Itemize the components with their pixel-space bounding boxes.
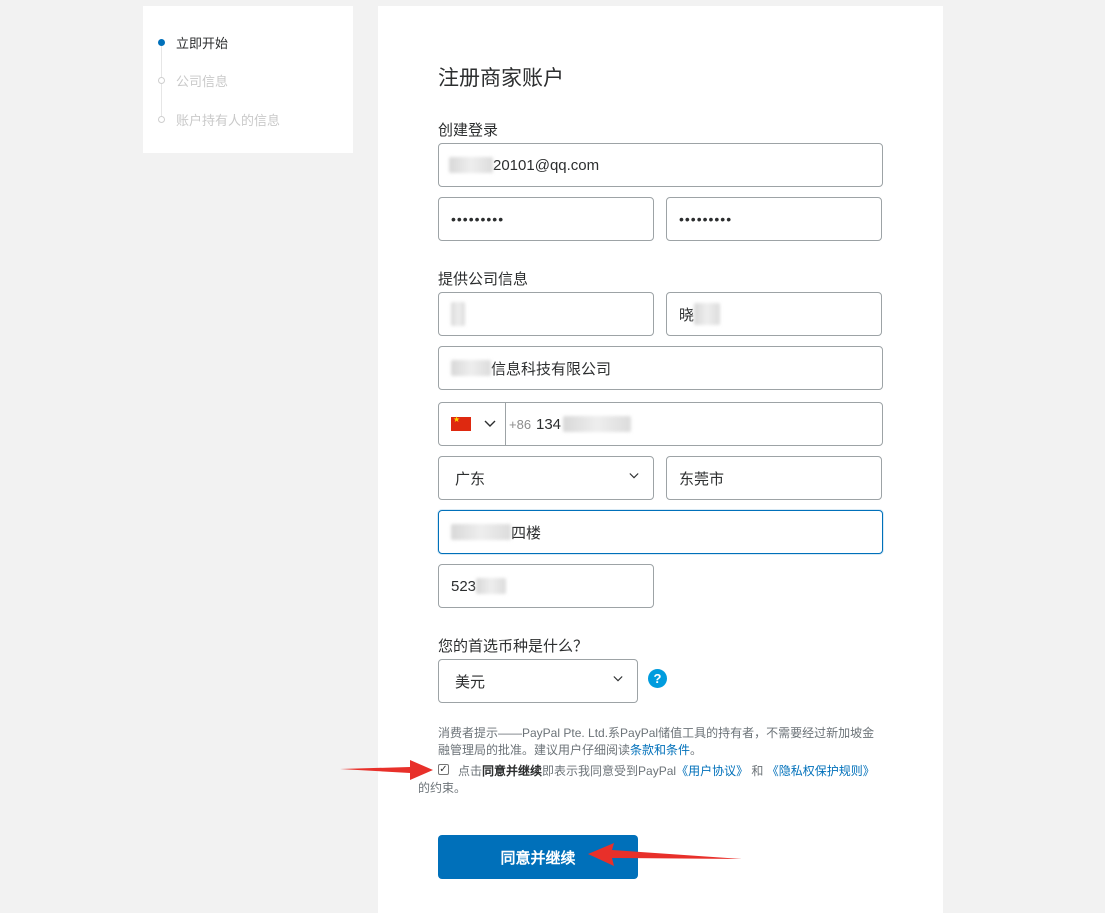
currency-question: 您的首选币种是什么？ bbox=[438, 638, 589, 655]
terms-link[interactable]: 条款和条件 bbox=[630, 743, 690, 757]
redacted-blur bbox=[451, 524, 511, 540]
step-dot-icon bbox=[158, 77, 165, 84]
chevron-down-icon bbox=[629, 473, 639, 479]
phone-country-code: +86 bbox=[509, 416, 532, 432]
company-section-label: 提供公司信息 bbox=[438, 271, 529, 288]
phone-value: 134 bbox=[536, 403, 632, 445]
progress-steps: 立即开始 公司信息 账户持有人的信息 bbox=[143, 6, 353, 153]
country-code-select[interactable] bbox=[439, 403, 506, 445]
first-name-value: 晓 bbox=[679, 306, 695, 324]
confirm-password-field[interactable]: ••••••••• bbox=[666, 197, 882, 241]
user-agreement-link[interactable]: 《用户协议》 bbox=[676, 764, 748, 778]
china-flag-icon bbox=[451, 415, 471, 431]
step-dot-icon bbox=[158, 116, 165, 123]
agree-checkbox[interactable]: ✓ bbox=[438, 764, 449, 775]
password-field[interactable]: ••••••••• bbox=[438, 197, 654, 241]
postal-code-value: 523 bbox=[451, 577, 477, 595]
step-label: 立即开始 bbox=[176, 36, 229, 51]
redacted-blur bbox=[449, 157, 493, 173]
redacted-blur bbox=[476, 578, 507, 594]
currency-value: 美元 bbox=[455, 673, 486, 691]
step-account-holder-info: 账户持有人的信息 bbox=[158, 110, 281, 129]
notice-end: 。 bbox=[690, 743, 703, 757]
company-name-field[interactable]: 信息科技有限公司 bbox=[438, 346, 883, 390]
step-get-started: 立即开始 bbox=[158, 33, 229, 52]
password-value: ••••••••• bbox=[451, 211, 505, 227]
currency-select[interactable]: 美元 bbox=[438, 659, 638, 703]
province-select[interactable]: 广东 bbox=[438, 456, 654, 500]
step-label: 账户持有人的信息 bbox=[176, 113, 281, 128]
signup-panel: 注册商家账户 创建登录 20101@qq.com ••••••••• •••••… bbox=[378, 6, 943, 913]
last-name-field[interactable] bbox=[438, 292, 654, 336]
province-value: 广东 bbox=[455, 470, 486, 488]
redacted-blur bbox=[563, 416, 632, 432]
annotation-arrow-icon bbox=[340, 760, 433, 780]
agree-prefix: 点击 bbox=[458, 764, 483, 778]
agree-bold: 同意并继续 bbox=[482, 764, 543, 778]
step-dot-icon bbox=[158, 39, 165, 46]
confirm-password-value: ••••••••• bbox=[679, 211, 733, 227]
city-field[interactable]: 东莞市 bbox=[666, 456, 882, 500]
chevron-down-icon bbox=[613, 676, 623, 682]
phone-field[interactable]: +86 134 bbox=[438, 402, 883, 446]
first-name-field[interactable]: 晓 bbox=[666, 292, 882, 336]
consumer-notice: 消费者提示——PayPal Pte. Ltd.系PayPal储值工具的持有者，不… bbox=[438, 725, 883, 759]
login-section-label: 创建登录 bbox=[438, 122, 499, 139]
email-value: 20101@qq.com bbox=[493, 156, 600, 174]
annotation-arrow-icon bbox=[588, 843, 742, 866]
agreement-text: 点击同意并继续即表示我同意受到PayPal《用户协议》 和 《隐私权保护规则》的… bbox=[418, 763, 888, 797]
email-field[interactable]: 20101@qq.com bbox=[438, 143, 883, 187]
privacy-policy-link[interactable]: 《隐私权保护规则》 bbox=[767, 764, 875, 778]
redacted-blur bbox=[451, 302, 465, 326]
company-name-value: 信息科技有限公司 bbox=[491, 360, 612, 378]
step-company-info: 公司信息 bbox=[158, 71, 229, 90]
chevron-down-icon bbox=[484, 420, 496, 427]
help-icon[interactable]: ? bbox=[648, 669, 667, 688]
redacted-blur bbox=[694, 303, 721, 325]
redacted-blur bbox=[451, 360, 491, 376]
page-title: 注册商家账户 bbox=[438, 67, 564, 90]
step-label: 公司信息 bbox=[176, 74, 229, 89]
address-field[interactable]: 四楼 bbox=[438, 510, 883, 554]
agreement-block: ✓ 点击同意并继续即表示我同意受到PayPal《用户协议》 和 《隐私权保护规则… bbox=[418, 763, 888, 797]
postal-code-field[interactable]: 523 bbox=[438, 564, 654, 608]
address-value: 四楼 bbox=[511, 524, 542, 542]
agree-and: 和 bbox=[751, 764, 764, 778]
agree-mid: 即表示我同意受到PayPal bbox=[542, 764, 677, 778]
city-value: 东莞市 bbox=[679, 470, 725, 488]
phone-number-text: 134 bbox=[536, 415, 562, 433]
